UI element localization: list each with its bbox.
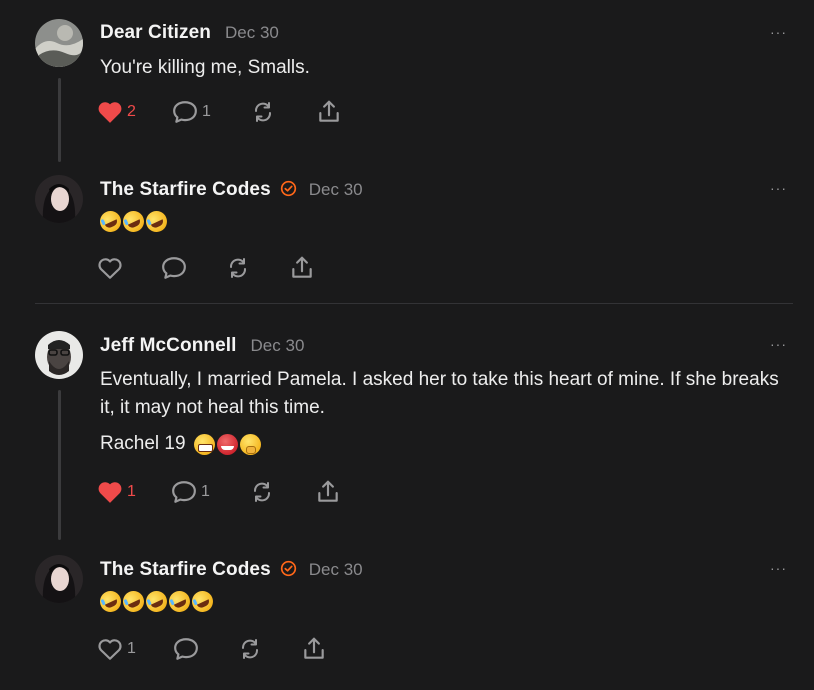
more-icon[interactable]: ··· (770, 24, 787, 40)
avatar[interactable] (35, 175, 83, 223)
rofl-emoji (142, 207, 171, 236)
emoji-row (96, 587, 217, 616)
rofl-emoji (96, 207, 125, 236)
comment-icon (174, 638, 198, 660)
grimace-emoji (193, 433, 215, 455)
comment-icon (173, 101, 197, 123)
rofl-emoji (119, 587, 148, 616)
heart-icon (98, 102, 122, 123)
reply-button[interactable]: 1 (172, 100, 250, 124)
comment-date[interactable]: Dec 30 (309, 560, 363, 580)
like-count: 1 (127, 640, 136, 657)
comment-icon (162, 257, 186, 279)
like-button[interactable] (97, 256, 161, 280)
rofl-emoji (142, 587, 171, 616)
avatar[interactable] (35, 331, 83, 379)
thread-line (58, 78, 61, 162)
like-button[interactable]: 1 (97, 480, 171, 504)
share-icon (319, 100, 339, 122)
comment-date[interactable]: Dec 30 (251, 336, 305, 356)
verified-icon (280, 180, 296, 197)
rofl-emoji (119, 207, 148, 236)
restack-button[interactable] (250, 100, 316, 124)
restack-button[interactable] (237, 637, 301, 661)
reply-button[interactable] (161, 256, 225, 280)
share-button[interactable] (316, 99, 342, 125)
share-button[interactable] (289, 255, 315, 281)
restack-icon (254, 482, 270, 502)
restack-button[interactable] (249, 480, 315, 504)
heart-icon (98, 482, 122, 503)
reply-button[interactable]: 1 (171, 480, 249, 504)
comment-date[interactable]: Dec 30 (309, 180, 363, 200)
like-button[interactable]: 2 (97, 100, 172, 124)
comment-text-second: Rachel 19 (100, 433, 186, 454)
author-name[interactable]: Dear Citizen (100, 22, 211, 44)
like-button[interactable]: 1 (97, 637, 173, 661)
emoji-row (96, 207, 171, 236)
author-name[interactable]: The Starfire Codes (100, 559, 271, 581)
rofl-emoji (188, 587, 217, 616)
more-icon[interactable]: ··· (770, 336, 787, 352)
reply-count: 1 (202, 103, 211, 120)
share-button[interactable] (301, 636, 327, 662)
ogre-emoji (216, 433, 238, 455)
heart-icon (98, 258, 122, 279)
share-icon (304, 637, 324, 659)
more-icon[interactable]: ··· (770, 180, 787, 196)
more-icon[interactable]: ··· (770, 560, 787, 576)
author-name[interactable]: The Starfire Codes (100, 179, 271, 201)
restack-button[interactable] (225, 256, 289, 280)
thread-line (58, 390, 61, 540)
share-icon (318, 480, 338, 502)
share-button[interactable] (315, 479, 341, 505)
restack-icon (255, 102, 271, 122)
heart-icon (98, 639, 122, 660)
thread-divider (35, 303, 793, 304)
comment-text: Eventually, I married Pamela. I asked he… (100, 369, 779, 418)
like-count: 2 (127, 103, 136, 120)
reply-button[interactable] (173, 637, 237, 661)
rofl-emoji (96, 587, 125, 616)
restack-icon (242, 639, 258, 659)
comment-text: You're killing me, Smalls. (100, 57, 310, 78)
rofl-emoji (165, 587, 194, 616)
like-count: 1 (127, 483, 136, 500)
author-name[interactable]: Jeff McConnell (100, 335, 237, 357)
share-icon (292, 256, 312, 278)
avatar[interactable] (35, 19, 83, 67)
reply-count: 1 (201, 483, 210, 500)
verified-icon (280, 560, 296, 577)
comment-icon (172, 481, 196, 503)
comment-date[interactable]: Dec 30 (225, 23, 279, 43)
comment-text-line: Rachel 19 (100, 430, 780, 458)
restack-icon (230, 258, 246, 278)
shushing-emoji (239, 433, 261, 455)
avatar[interactable] (35, 555, 83, 603)
